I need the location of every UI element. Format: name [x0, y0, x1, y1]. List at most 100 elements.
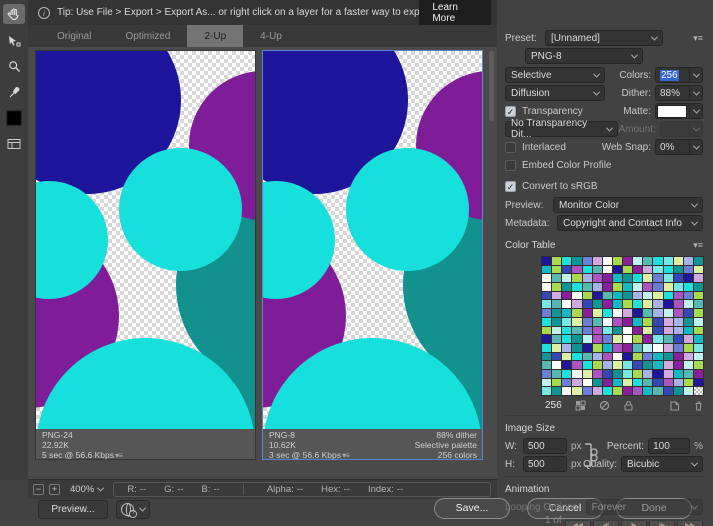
eyedropper-tool[interactable]	[3, 82, 25, 102]
color-swatch[interactable]	[592, 265, 602, 274]
color-swatch[interactable]	[673, 387, 683, 395]
color-swatch[interactable]	[623, 352, 633, 361]
eyedropper-color-swatch[interactable]	[3, 108, 25, 128]
metadata-select[interactable]: Copyright and Contact Info	[557, 215, 703, 231]
color-swatch[interactable]	[582, 309, 592, 317]
color-swatch[interactable]	[592, 352, 602, 361]
color-swatch[interactable]	[643, 335, 653, 343]
color-swatch[interactable]	[633, 352, 643, 361]
color-swatch[interactable]	[683, 335, 693, 343]
color-swatch[interactable]	[612, 326, 622, 335]
color-swatch[interactable]	[653, 283, 663, 291]
color-swatch[interactable]	[542, 274, 552, 283]
color-swatch[interactable]	[552, 317, 562, 326]
matte-color-swatch[interactable]	[657, 104, 687, 118]
color-swatch[interactable]	[562, 361, 572, 369]
prev-frame-button[interactable]: ◀|	[593, 520, 619, 526]
palette-algorithm-select[interactable]: Selective	[505, 67, 605, 83]
color-swatch[interactable]	[683, 387, 693, 395]
color-swatch[interactable]	[643, 317, 653, 326]
next-frame-button[interactable]: |▶	[649, 520, 675, 526]
colors-stepper[interactable]	[689, 68, 702, 82]
color-swatch[interactable]	[602, 335, 612, 343]
color-swatch[interactable]	[693, 317, 703, 326]
color-swatch[interactable]	[592, 317, 602, 326]
color-swatch[interactable]	[633, 369, 643, 378]
color-swatch[interactable]	[683, 265, 693, 274]
color-swatch[interactable]	[653, 326, 663, 335]
color-swatch[interactable]	[623, 387, 633, 395]
browser-chevron-icon[interactable]	[138, 504, 147, 512]
color-swatch[interactable]	[602, 387, 612, 395]
color-swatch[interactable]	[663, 300, 673, 309]
color-swatch[interactable]	[552, 378, 562, 387]
color-swatch[interactable]	[562, 265, 572, 274]
color-swatch[interactable]	[542, 387, 552, 395]
color-swatch[interactable]	[552, 352, 562, 361]
color-swatch[interactable]	[582, 265, 592, 274]
color-swatch[interactable]	[562, 257, 572, 265]
color-swatch[interactable]	[653, 387, 663, 395]
color-swatch[interactable]	[612, 335, 622, 343]
color-swatch[interactable]	[612, 378, 622, 387]
web-shift-icon[interactable]	[599, 400, 610, 411]
color-swatch[interactable]	[572, 274, 582, 283]
color-swatch[interactable]	[623, 257, 633, 265]
color-swatch[interactable]	[552, 369, 562, 378]
color-swatch[interactable]	[572, 291, 582, 300]
color-swatch[interactable]	[612, 283, 622, 291]
color-swatch[interactable]	[663, 352, 673, 361]
color-swatch[interactable]	[683, 352, 693, 361]
color-swatch[interactable]	[683, 257, 693, 265]
color-swatch[interactable]	[602, 274, 612, 283]
color-swatch[interactable]	[602, 361, 612, 369]
panel-menu-icon[interactable]: ▾≡	[693, 33, 703, 44]
color-swatch[interactable]	[542, 265, 552, 274]
color-swatch[interactable]	[643, 387, 653, 395]
color-swatch[interactable]	[663, 361, 673, 369]
play-button[interactable]: ▶	[621, 520, 647, 526]
first-frame-button[interactable]: ◀◀	[565, 520, 591, 526]
color-swatch[interactable]	[602, 369, 612, 378]
color-swatch[interactable]	[693, 352, 703, 361]
last-frame-button[interactable]: ▶▶	[677, 520, 703, 526]
color-swatch[interactable]	[623, 291, 633, 300]
color-swatch[interactable]	[633, 257, 643, 265]
color-swatch[interactable]	[663, 378, 673, 387]
color-swatch[interactable]	[643, 265, 653, 274]
color-swatch[interactable]	[633, 361, 643, 369]
color-swatch[interactable]	[552, 326, 562, 335]
color-swatch[interactable]	[592, 387, 602, 395]
color-swatch[interactable]	[602, 265, 612, 274]
color-swatch[interactable]	[643, 361, 653, 369]
color-swatch[interactable]	[623, 343, 633, 352]
color-swatch[interactable]	[643, 343, 653, 352]
tab-optimized[interactable]: Optimized	[108, 25, 187, 47]
color-swatch[interactable]	[653, 369, 663, 378]
color-swatch[interactable]	[592, 326, 602, 335]
color-swatch[interactable]	[562, 274, 572, 283]
convert-srgb-checkbox[interactable]: ✓	[505, 180, 516, 192]
color-swatch[interactable]	[592, 291, 602, 300]
color-swatch[interactable]	[562, 369, 572, 378]
color-swatch[interactable]	[653, 343, 663, 352]
color-swatch[interactable]	[592, 343, 602, 352]
color-swatch[interactable]	[542, 300, 552, 309]
color-swatch[interactable]	[663, 317, 673, 326]
color-swatch[interactable]	[582, 326, 592, 335]
color-swatch[interactable]	[582, 300, 592, 309]
color-swatch[interactable]	[592, 361, 602, 369]
color-swatch[interactable]	[612, 343, 622, 352]
embed-color-profile-checkbox[interactable]	[505, 159, 516, 171]
color-swatch[interactable]	[542, 317, 552, 326]
zoom-tool[interactable]	[3, 56, 25, 76]
color-swatch[interactable]	[542, 291, 552, 300]
color-swatch[interactable]	[562, 317, 572, 326]
color-swatch[interactable]	[582, 352, 592, 361]
dither-stepper[interactable]	[689, 86, 702, 100]
color-swatch[interactable]	[673, 283, 683, 291]
browser-select-group[interactable]: ?	[116, 500, 150, 519]
preview-pane-1[interactable]: PNG-24 22.92K 5 sec @ 56.6 Kbps ▾≡	[35, 50, 256, 460]
tab-4-up[interactable]: 4-Up	[243, 25, 299, 47]
dither-method-select[interactable]: Diffusion	[505, 85, 605, 101]
